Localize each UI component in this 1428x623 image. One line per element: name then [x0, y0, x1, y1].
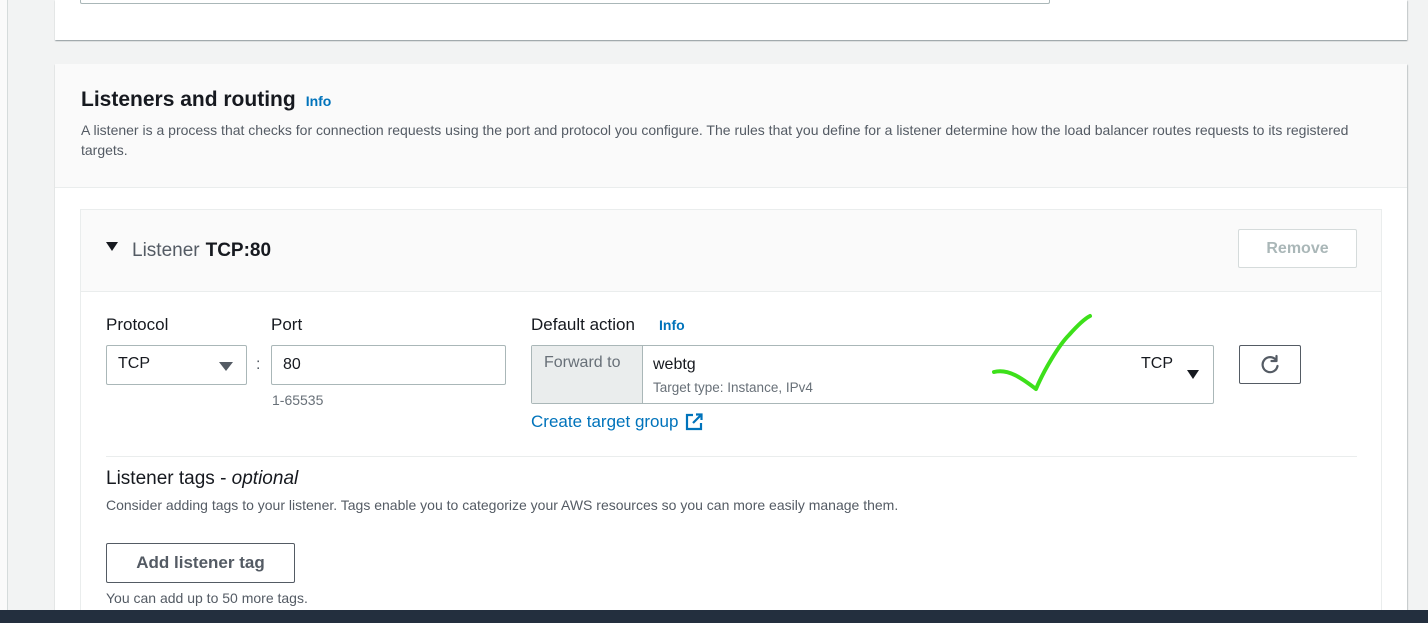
protocol-select[interactable]: TCP	[106, 345, 247, 385]
default-action-info-link[interactable]: Info	[659, 317, 685, 333]
create-target-group-label: Create target group	[531, 412, 679, 431]
target-type: Target type: Instance, IPv4	[653, 380, 813, 395]
listener-title: Listener TCP:80	[132, 240, 271, 262]
section-description: A listener is a process that checks for …	[81, 122, 1349, 158]
dropdown-arrow-icon	[1187, 370, 1199, 379]
listener-header[interactable]: Listener TCP:80 Remove	[81, 210, 1381, 292]
add-listener-tag-button[interactable]: Add listener tag	[106, 543, 295, 583]
section-info-link[interactable]: Info	[306, 93, 332, 109]
divider	[106, 456, 1357, 457]
default-action-label: Default action	[531, 315, 635, 334]
protocol-label: Protocol	[106, 315, 169, 334]
port-label: Port	[271, 315, 303, 334]
listener-card: Listener TCP:80 Remove Protocol TCP : Por…	[80, 209, 1382, 623]
remove-button[interactable]: Remove	[1238, 229, 1357, 268]
port-input[interactable]: 80	[271, 345, 506, 385]
panel-title-row: Listeners and routing Info	[81, 88, 1381, 112]
forward-to-select[interactable]: Forward to webtg Target type: Instance, …	[531, 345, 1214, 404]
dropdown-arrow-icon	[219, 362, 233, 371]
refresh-icon	[1261, 354, 1279, 373]
panel-header: Listeners and routing Info A listener is…	[55, 64, 1407, 188]
forward-to-prefix: Forward to	[532, 346, 643, 403]
previous-panel	[55, 0, 1407, 40]
create-target-group-link[interactable]: Create target group	[531, 412, 704, 432]
protocol-value: TCP	[118, 355, 150, 372]
port-hint: 1-65535	[272, 392, 324, 408]
target-protocol: TCP	[1141, 355, 1173, 372]
colon-separator: :	[256, 356, 261, 373]
external-link-icon	[686, 413, 704, 431]
tags-title-text: Listener tags -	[106, 468, 232, 489]
listener-title-prefix: Listener	[132, 240, 200, 261]
tags-title-optional: optional	[231, 468, 299, 489]
left-rail	[0, 0, 8, 610]
listener-tags-description: Consider adding tags to your listener. T…	[106, 497, 899, 513]
footer-bar	[0, 610, 1428, 623]
listener-tags-title: Listener tags - optional	[106, 468, 298, 490]
listener-name: TCP:80	[205, 240, 272, 261]
previous-input-field[interactable]	[80, 0, 1050, 4]
target-group-select[interactable]: webtg Target type: Instance, IPv4 TCP	[643, 346, 1213, 403]
page-title: Listeners and routing	[81, 88, 296, 111]
refresh-button[interactable]	[1239, 345, 1301, 384]
listeners-routing-panel: Listeners and routing Info A listener is…	[55, 64, 1407, 623]
caret-down-icon[interactable]	[106, 242, 118, 251]
tags-limit-hint: You can add up to 50 more tags.	[106, 590, 308, 606]
target-group-name: webtg	[653, 356, 696, 373]
